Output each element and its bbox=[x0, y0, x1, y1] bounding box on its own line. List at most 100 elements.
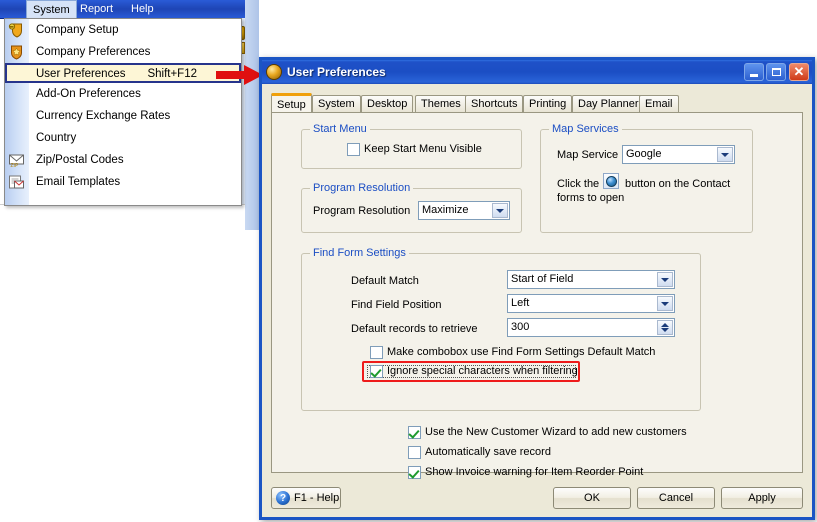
menu-bar: System Report Help bbox=[0, 0, 245, 19]
combo-map-service[interactable]: Google bbox=[622, 145, 735, 164]
combo-program-resolution-value: Maximize bbox=[422, 204, 469, 216]
tab-shortcuts[interactable]: Shortcuts bbox=[465, 95, 524, 112]
tab-themes[interactable]: Themes bbox=[415, 95, 467, 112]
combo-map-service-value: Google bbox=[626, 148, 662, 160]
help-button-label: F1 - Help bbox=[294, 492, 340, 504]
combo-find-field-position[interactable]: Left bbox=[507, 294, 675, 313]
dialog-body: Setup System Desktop Themes Shortcuts Pr… bbox=[262, 84, 812, 517]
group-program-resolution-title: Program Resolution bbox=[310, 182, 414, 194]
minimize-icon[interactable] bbox=[744, 63, 764, 81]
map-hint-line2: forms to open bbox=[557, 192, 625, 204]
chevron-down-icon[interactable] bbox=[717, 147, 733, 162]
close-glyph: ✕ bbox=[793, 64, 805, 79]
menu-item-currency-exchange-rates[interactable]: Currency Exchange Rates bbox=[5, 105, 241, 127]
map-hint-before: Click the bbox=[557, 178, 600, 190]
tab-page-setup: Start Menu Keep Start Menu Visible Progr… bbox=[271, 112, 803, 479]
globe-icon[interactable] bbox=[603, 173, 619, 189]
combo-default-match-value: Start of Field bbox=[511, 273, 574, 285]
menu-item-zip-postal-codes[interactable]: ZIP Zip/Postal Codes bbox=[5, 149, 241, 171]
chevron-down-icon[interactable] bbox=[492, 203, 508, 218]
cancel-button[interactable]: Cancel bbox=[637, 487, 715, 509]
ok-button[interactable]: OK bbox=[553, 487, 631, 509]
group-program-resolution: Program Resolution Program Resolution Ma… bbox=[301, 182, 522, 233]
menu-item-label: User Preferences bbox=[36, 68, 126, 80]
checkbox-show-invoice-warning-label: Show Invoice warning for Item Reorder Po… bbox=[425, 466, 644, 478]
combo-default-match[interactable]: Start of Field bbox=[507, 270, 675, 289]
label-program-resolution: Program Resolution bbox=[313, 205, 411, 217]
spinner-default-records-value: 300 bbox=[511, 321, 530, 333]
group-find-form-settings-title: Find Form Settings bbox=[310, 247, 409, 259]
checkbox-use-new-customer-wizard[interactable] bbox=[408, 426, 421, 439]
group-map-services: Map Services Map Service Google Click th… bbox=[540, 123, 753, 233]
label-find-field-position: Find Field Position bbox=[351, 299, 442, 311]
menubar-item-help[interactable]: Help bbox=[125, 1, 160, 17]
menu-item-user-preferences[interactable]: User Preferences Shift+F12 bbox=[5, 63, 241, 83]
checkbox-ignore-special-characters-label: Ignore special characters when filtering bbox=[387, 365, 578, 377]
combo-find-field-position-value: Left bbox=[511, 297, 530, 309]
tab-setup[interactable]: Setup bbox=[271, 93, 312, 112]
menu-item-label: Add-On Preferences bbox=[36, 88, 141, 100]
menubar-item-report-label: Report bbox=[80, 3, 114, 15]
group-start-menu: Start Menu Keep Start Menu Visible bbox=[301, 123, 522, 169]
map-hint-after: button on the Contact bbox=[625, 178, 731, 190]
close-icon[interactable]: ✕ bbox=[789, 63, 809, 81]
dialog-title-bar[interactable]: User Preferences ✕ bbox=[262, 60, 812, 84]
checkbox-automatically-save-record-label: Automatically save record bbox=[425, 446, 551, 458]
apply-button[interactable]: Apply bbox=[721, 487, 803, 509]
checkbox-show-invoice-warning[interactable] bbox=[408, 466, 421, 479]
label-default-records-to-retrieve: Default records to retrieve bbox=[351, 323, 478, 335]
group-start-menu-title: Start Menu bbox=[310, 123, 370, 135]
checkbox-automatically-save-record[interactable] bbox=[408, 446, 421, 459]
help-question-icon: ? bbox=[276, 491, 290, 505]
combo-program-resolution[interactable]: Maximize bbox=[418, 201, 510, 220]
group-map-services-title: Map Services bbox=[549, 123, 622, 135]
tab-desktop[interactable]: Desktop bbox=[361, 95, 414, 112]
menu-item-label: Company Preferences bbox=[36, 46, 151, 58]
menu-item-country[interactable]: Country bbox=[5, 127, 241, 149]
menu-item-label: Company Setup bbox=[36, 24, 119, 36]
background-application: System Report Help Company Setup Company… bbox=[0, 0, 259, 231]
spinner-default-records-to-retrieve[interactable]: 300 bbox=[507, 318, 675, 337]
amber-sphere-icon bbox=[266, 64, 282, 80]
tab-printing[interactable]: Printing bbox=[523, 95, 573, 112]
menu-item-label: Zip/Postal Codes bbox=[36, 154, 124, 166]
spinner-up-down-icon[interactable] bbox=[657, 320, 673, 335]
tab-email[interactable]: Email bbox=[639, 95, 679, 112]
checkbox-ignore-special-characters[interactable] bbox=[370, 365, 383, 378]
chevron-down-icon[interactable] bbox=[657, 296, 673, 311]
checkbox-use-new-customer-wizard-label: Use the New Customer Wizard to add new c… bbox=[425, 426, 687, 438]
menu-item-accelerator: Shift+F12 bbox=[147, 68, 197, 80]
menu-item-label: Country bbox=[36, 132, 77, 144]
checkbox-keep-start-menu-visible[interactable] bbox=[347, 143, 360, 156]
menu-item-company-setup[interactable]: Company Setup bbox=[5, 19, 241, 41]
shield-star-icon bbox=[11, 45, 22, 60]
help-button[interactable]: ? F1 - Help bbox=[271, 487, 341, 509]
menu-item-company-preferences[interactable]: Company Preferences bbox=[5, 41, 241, 63]
label-map-service: Map Service bbox=[557, 149, 619, 161]
checkbox-make-combobox-use-default-match[interactable] bbox=[370, 346, 383, 359]
system-menu-popup: Company Setup Company Preferences User P… bbox=[4, 18, 242, 206]
checkbox-make-combobox-use-default-match-label: Make combobox use Find Form Settings Def… bbox=[387, 346, 656, 358]
menubar-item-report[interactable]: Report bbox=[74, 1, 119, 17]
menubar-item-system-label: System bbox=[33, 4, 70, 16]
email-template-icon bbox=[9, 175, 24, 189]
red-right-arrow-annotation bbox=[216, 65, 263, 85]
menu-item-label: Currency Exchange Rates bbox=[36, 110, 171, 122]
checkbox-keep-start-menu-visible-label: Keep Start Menu Visible bbox=[364, 143, 482, 155]
dialog-title: User Preferences bbox=[287, 65, 386, 79]
label-default-match: Default Match bbox=[351, 275, 419, 287]
group-find-form-settings: Find Form Settings Default Match Start o… bbox=[301, 247, 701, 411]
menubar-item-system[interactable]: System bbox=[26, 0, 77, 19]
shield-key-icon bbox=[8, 23, 22, 38]
tab-day-planner[interactable]: Day Planner bbox=[572, 95, 645, 112]
menu-item-email-templates[interactable]: Email Templates bbox=[5, 171, 241, 193]
tab-system[interactable]: System bbox=[312, 95, 361, 112]
chevron-down-icon[interactable] bbox=[657, 272, 673, 287]
svg-text:ZIP: ZIP bbox=[11, 163, 19, 168]
menubar-item-help-label: Help bbox=[131, 3, 154, 15]
tab-strip: Setup System Desktop Themes Shortcuts Pr… bbox=[271, 93, 803, 112]
envelope-zip-icon: ZIP bbox=[9, 154, 24, 168]
menu-item-add-on-preferences[interactable]: Add-On Preferences bbox=[5, 83, 241, 105]
maximize-icon[interactable] bbox=[766, 63, 786, 81]
menu-item-label: Email Templates bbox=[36, 176, 121, 188]
